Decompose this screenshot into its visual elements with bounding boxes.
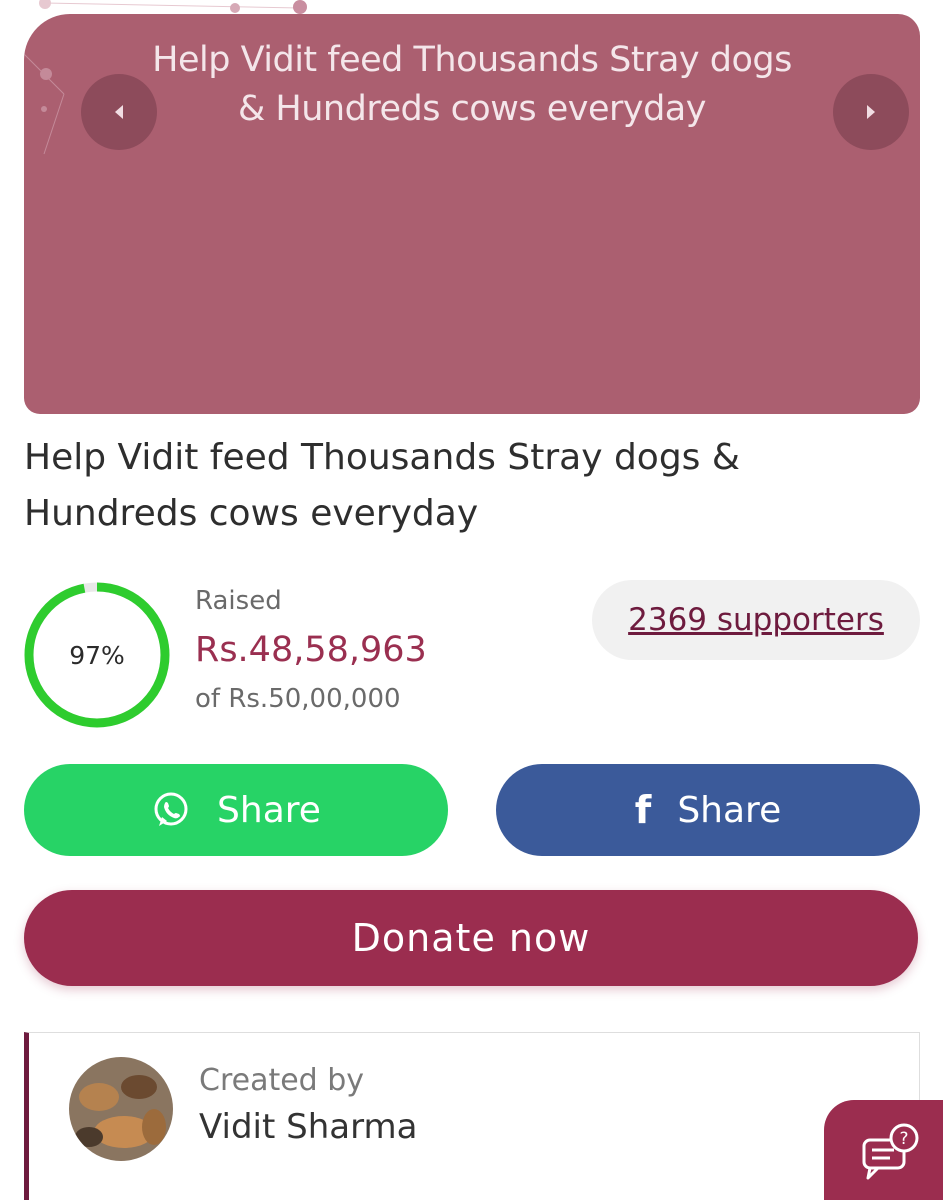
creator-avatar	[69, 1057, 173, 1161]
banner-title: Help Vidit feed Thousands Stray dogs & H…	[134, 36, 810, 134]
svg-text:?: ?	[899, 1129, 908, 1149]
creator-card: Created by Vidit Sharma	[24, 1032, 920, 1200]
whatsapp-share-button[interactable]: Share	[24, 764, 448, 856]
donate-now-button[interactable]: Donate now	[24, 890, 918, 986]
created-by-label: Created by	[199, 1063, 365, 1098]
creator-name: Vidit Sharma	[199, 1107, 418, 1147]
raised-goal: of Rs.50,00,000	[195, 684, 401, 714]
carousel-prev-button[interactable]	[81, 74, 157, 150]
campaign-title: Help Vidit feed Thousands Stray dogs & H…	[24, 437, 740, 534]
chevron-right-icon	[867, 105, 875, 119]
whatsapp-icon	[151, 790, 191, 830]
help-chat-button[interactable]: ?	[824, 1100, 943, 1200]
carousel-next-button[interactable]	[833, 74, 909, 150]
facebook-share-label: Share	[677, 789, 782, 831]
help-chat-icon: ?	[862, 1123, 919, 1180]
whatsapp-share-label: Share	[217, 789, 321, 831]
facebook-share-button[interactable]: f Share	[496, 764, 920, 856]
banner-title-line1: Help Vidit feed Thousands Stray dogs	[152, 40, 792, 80]
progress-percent: 97%	[69, 640, 125, 670]
chevron-left-icon	[115, 105, 123, 119]
campaign-banner: Help Vidit feed Thousands Stray dogs & H…	[24, 14, 920, 414]
supporters-link[interactable]: 2369 supporters	[592, 580, 920, 660]
banner-title-line2: & Hundreds cows everyday	[238, 89, 706, 129]
raised-amount: Rs.48,58,963	[195, 630, 427, 670]
raised-label: Raised	[195, 586, 282, 616]
facebook-icon: f	[634, 788, 652, 832]
